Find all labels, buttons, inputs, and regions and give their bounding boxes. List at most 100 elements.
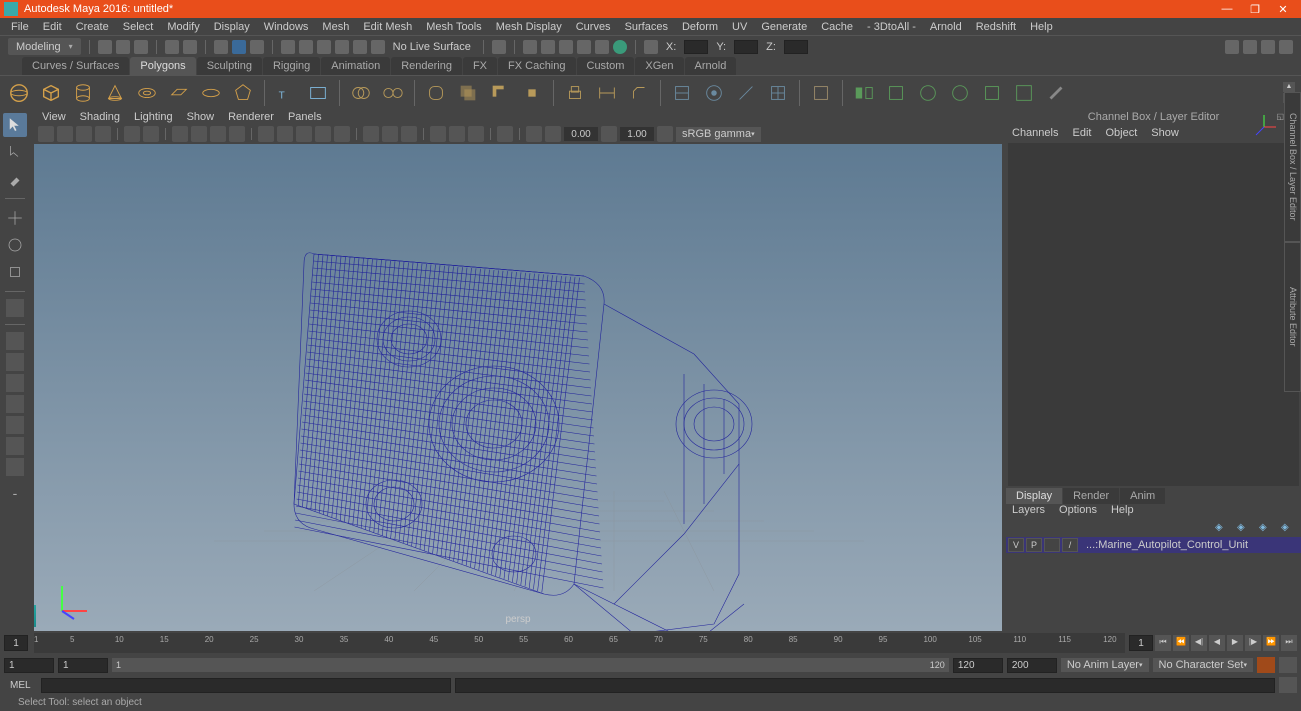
character-set-dropdown[interactable]: No Character Set	[1153, 658, 1254, 672]
grid-icon[interactable]	[172, 126, 188, 142]
combine-icon[interactable]	[348, 80, 374, 106]
menu-file[interactable]: File	[4, 21, 36, 33]
snap-plane-icon[interactable]	[335, 40, 349, 54]
gate-mask-icon[interactable]	[229, 126, 245, 142]
shelf-tab-curvessurfaces[interactable]: Curves / Surfaces	[22, 57, 129, 75]
shelf-tab-sculpting[interactable]: Sculpting	[197, 57, 262, 75]
uv-cylindrical-icon[interactable]	[915, 80, 941, 106]
range-inner-start[interactable]	[58, 658, 108, 673]
rotate-tool[interactable]	[3, 233, 27, 257]
connect-icon[interactable]	[733, 80, 759, 106]
viewmenu-renderer[interactable]: Renderer	[228, 111, 274, 123]
multicut-icon[interactable]	[669, 80, 695, 106]
layermenu-help[interactable]: Help	[1111, 504, 1134, 519]
menu-redshift[interactable]: Redshift	[969, 21, 1023, 33]
command-input[interactable]	[41, 678, 451, 693]
layer-row[interactable]: V P / ...:Marine_Autopilot_Control_Unit	[1006, 537, 1301, 553]
menu-meshdisplay[interactable]: Mesh Display	[489, 21, 569, 33]
range-end[interactable]	[1007, 658, 1057, 673]
separate-icon[interactable]	[380, 80, 406, 106]
move-tool[interactable]	[3, 206, 27, 230]
playblast-icon[interactable]	[613, 40, 627, 54]
menu-curves[interactable]: Curves	[569, 21, 618, 33]
cbmenu-object[interactable]: Object	[1105, 127, 1137, 139]
step-fwd-button[interactable]: ⏩	[1263, 635, 1279, 651]
smooth-icon[interactable]	[423, 80, 449, 106]
layer-new-icon[interactable]: ◈	[1215, 522, 1229, 534]
menu-edit[interactable]: Edit	[36, 21, 69, 33]
layout-four-icon[interactable]	[6, 353, 24, 371]
isolate-icon[interactable]	[363, 126, 379, 142]
snap-surface-icon[interactable]	[353, 40, 367, 54]
symmetry-icon[interactable]	[644, 40, 658, 54]
layer-play-cell[interactable]: P	[1026, 538, 1042, 552]
select-by-hierarchy-icon[interactable]	[250, 40, 264, 54]
shelf-tab-xgen[interactable]: XGen	[635, 57, 683, 75]
shelf-tab-fx[interactable]: FX	[463, 57, 497, 75]
cube-icon[interactable]	[38, 80, 64, 106]
disc-icon[interactable]	[198, 80, 224, 106]
layer-tab-display[interactable]: Display	[1006, 488, 1062, 504]
mirror-icon[interactable]	[851, 80, 877, 106]
render-view-icon[interactable]	[577, 40, 591, 54]
bool-intersect-icon[interactable]	[519, 80, 545, 106]
go-end-button[interactable]: ⏭	[1281, 635, 1297, 651]
platonic-icon[interactable]	[230, 80, 256, 106]
play-fwd-button[interactable]: ▶	[1227, 635, 1243, 651]
open-scene-icon[interactable]	[116, 40, 130, 54]
panel-toggle-1-icon[interactable]	[1225, 40, 1239, 54]
scale-tool[interactable]	[3, 260, 27, 284]
uv-auto-icon[interactable]	[979, 80, 1005, 106]
cbmenu-edit[interactable]: Edit	[1072, 127, 1091, 139]
anim-layer-dropdown[interactable]: No Anim Layer	[1061, 658, 1149, 672]
select-tool[interactable]	[3, 113, 27, 137]
msaa-icon[interactable]	[468, 126, 484, 142]
script-editor-icon[interactable]	[1279, 677, 1297, 693]
viewmenu-lighting[interactable]: Lighting	[134, 111, 173, 123]
bool-diff-icon[interactable]	[487, 80, 513, 106]
undo-icon[interactable]	[165, 40, 179, 54]
timeline-track[interactable]: 1510152025303540455055606570758085909510…	[34, 633, 1125, 653]
shadows-icon[interactable]	[334, 126, 350, 142]
current-frame-left[interactable]	[4, 635, 28, 651]
go-start-button[interactable]: ⏮	[1155, 635, 1171, 651]
dof-icon[interactable]	[497, 126, 513, 142]
shelf-tab-arnold[interactable]: Arnold	[685, 57, 737, 75]
shelf-tab-fxcaching[interactable]: FX Caching	[498, 57, 575, 75]
resolution-gate-icon[interactable]	[210, 126, 226, 142]
motion-blur-icon[interactable]	[449, 126, 465, 142]
menu-generate[interactable]: Generate	[754, 21, 814, 33]
snap-grid-icon[interactable]	[281, 40, 295, 54]
cylinder-icon[interactable]	[70, 80, 96, 106]
toolbox-collapse-icon[interactable]: -	[13, 485, 18, 501]
range-start[interactable]	[4, 658, 54, 673]
minimize-button[interactable]: —	[1213, 3, 1241, 15]
viewmenu-show[interactable]: Show	[187, 111, 215, 123]
viewtransform-icon[interactable]	[657, 126, 673, 142]
hypershade-icon[interactable]	[595, 40, 609, 54]
script-lang-label[interactable]: MEL	[4, 680, 37, 691]
render-frame-icon[interactable]	[523, 40, 537, 54]
menu-deform[interactable]: Deform	[675, 21, 725, 33]
layermenu-layers[interactable]: Layers	[1012, 504, 1045, 519]
snap-point-icon[interactable]	[317, 40, 331, 54]
layer-add-icon[interactable]: ◈	[1237, 522, 1251, 534]
range-track[interactable]: 1 120	[112, 658, 949, 672]
tab-attribute-editor[interactable]: Attribute Editor	[1284, 242, 1301, 392]
workspace-dropdown[interactable]: Modeling	[8, 38, 81, 55]
sphere-icon[interactable]	[6, 80, 32, 106]
shelf-tab-rendering[interactable]: Rendering	[391, 57, 462, 75]
exposure-field[interactable]	[564, 127, 598, 141]
shaded-icon[interactable]	[277, 126, 293, 142]
menu-dtoall[interactable]: - 3DtoAll -	[860, 21, 923, 33]
bookmark-icon[interactable]	[76, 126, 92, 142]
menu-uv[interactable]: UV	[725, 21, 754, 33]
shelf-tab-animation[interactable]: Animation	[321, 57, 390, 75]
layer-tab-anim[interactable]: Anim	[1120, 488, 1165, 504]
uv-planar-icon[interactable]	[883, 80, 909, 106]
wireframe-icon[interactable]	[258, 126, 274, 142]
target-weld-icon[interactable]	[701, 80, 727, 106]
play-back-button[interactable]: ◀	[1209, 635, 1225, 651]
menu-mesh[interactable]: Mesh	[315, 21, 356, 33]
bool-union-icon[interactable]	[455, 80, 481, 106]
